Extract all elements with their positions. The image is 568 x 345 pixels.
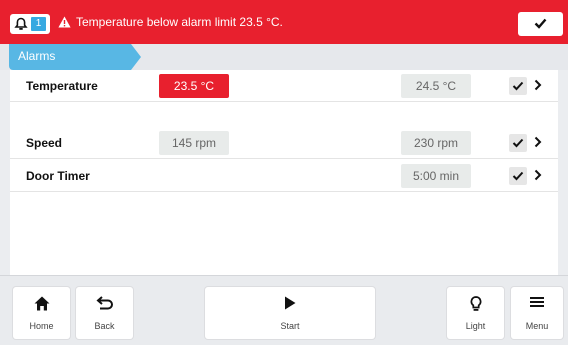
light-button[interactable]: Light [447, 287, 504, 339]
chevron-right-icon[interactable] [534, 169, 542, 181]
checkmark-icon [512, 171, 524, 181]
alarm-row-speed: Speed 145 rpm 230 rpm [10, 127, 558, 159]
bell-icon [14, 17, 28, 30]
alarm-row-temperature: Temperature 23.5 °C 24.5 °C [10, 70, 558, 102]
warning-icon [58, 16, 71, 28]
alarm-limits-panel: Temperature 23.5 °C 24.5 °C Speed 145 rp… [10, 70, 558, 275]
alarm-message: Temperature below alarm limit 23.5 °C. [76, 15, 283, 29]
speed-high-limit-field[interactable]: 230 rpm [401, 131, 471, 155]
alarm-screen: 1 Temperature below alarm limit 23.5 °C.… [0, 0, 568, 345]
back-button[interactable]: Back [76, 287, 133, 339]
alarm-counter-button[interactable]: 1 [10, 14, 50, 34]
lightbulb-icon [470, 296, 481, 311]
temperature-low-limit-field[interactable]: 23.5 °C [159, 74, 229, 98]
breadcrumb-item-alarms: Alarms [9, 44, 141, 70]
row-label: Door Timer [26, 169, 90, 183]
start-button[interactable]: Start [205, 287, 375, 339]
menu-button[interactable]: Menu [511, 287, 563, 339]
home-label: Home [29, 321, 54, 331]
alarm-count-badge: 1 [31, 17, 46, 31]
play-icon [285, 296, 296, 310]
home-button[interactable]: Home [13, 287, 70, 339]
start-label: Start [280, 321, 300, 331]
home-icon [34, 296, 49, 311]
chevron-right-icon[interactable] [534, 79, 542, 91]
hamburger-menu-icon [530, 297, 544, 307]
temperature-high-limit-field[interactable]: 24.5 °C [401, 74, 471, 98]
back-label: Back [94, 321, 115, 331]
menu-label: Menu [525, 321, 549, 331]
light-label: Light [465, 321, 486, 331]
checkmark-icon [512, 81, 524, 91]
door-timer-alarm-checkbox[interactable] [509, 167, 527, 185]
acknowledge-alarm-button[interactable] [518, 12, 563, 36]
breadcrumb-label: Alarms [18, 49, 56, 63]
alarm-row-door-timer: Door Timer 5:00 min [10, 160, 558, 192]
checkmark-icon [512, 138, 524, 148]
back-arrow-icon [95, 296, 113, 310]
speed-alarm-checkbox[interactable] [509, 134, 527, 152]
row-label: Temperature [26, 79, 98, 93]
row-label: Speed [26, 136, 63, 150]
chevron-right-icon[interactable] [534, 136, 542, 148]
checkmark-icon [534, 18, 547, 29]
temperature-alarm-checkbox[interactable] [509, 77, 527, 95]
speed-low-limit-field[interactable]: 145 rpm [159, 131, 229, 155]
breadcrumb: Alarms [0, 44, 568, 70]
alarm-banner: 1 Temperature below alarm limit 23.5 °C. [0, 0, 568, 44]
door-timer-limit-field[interactable]: 5:00 min [401, 164, 471, 188]
bottom-nav-bar: Home Back Start Light Menu [0, 275, 568, 345]
